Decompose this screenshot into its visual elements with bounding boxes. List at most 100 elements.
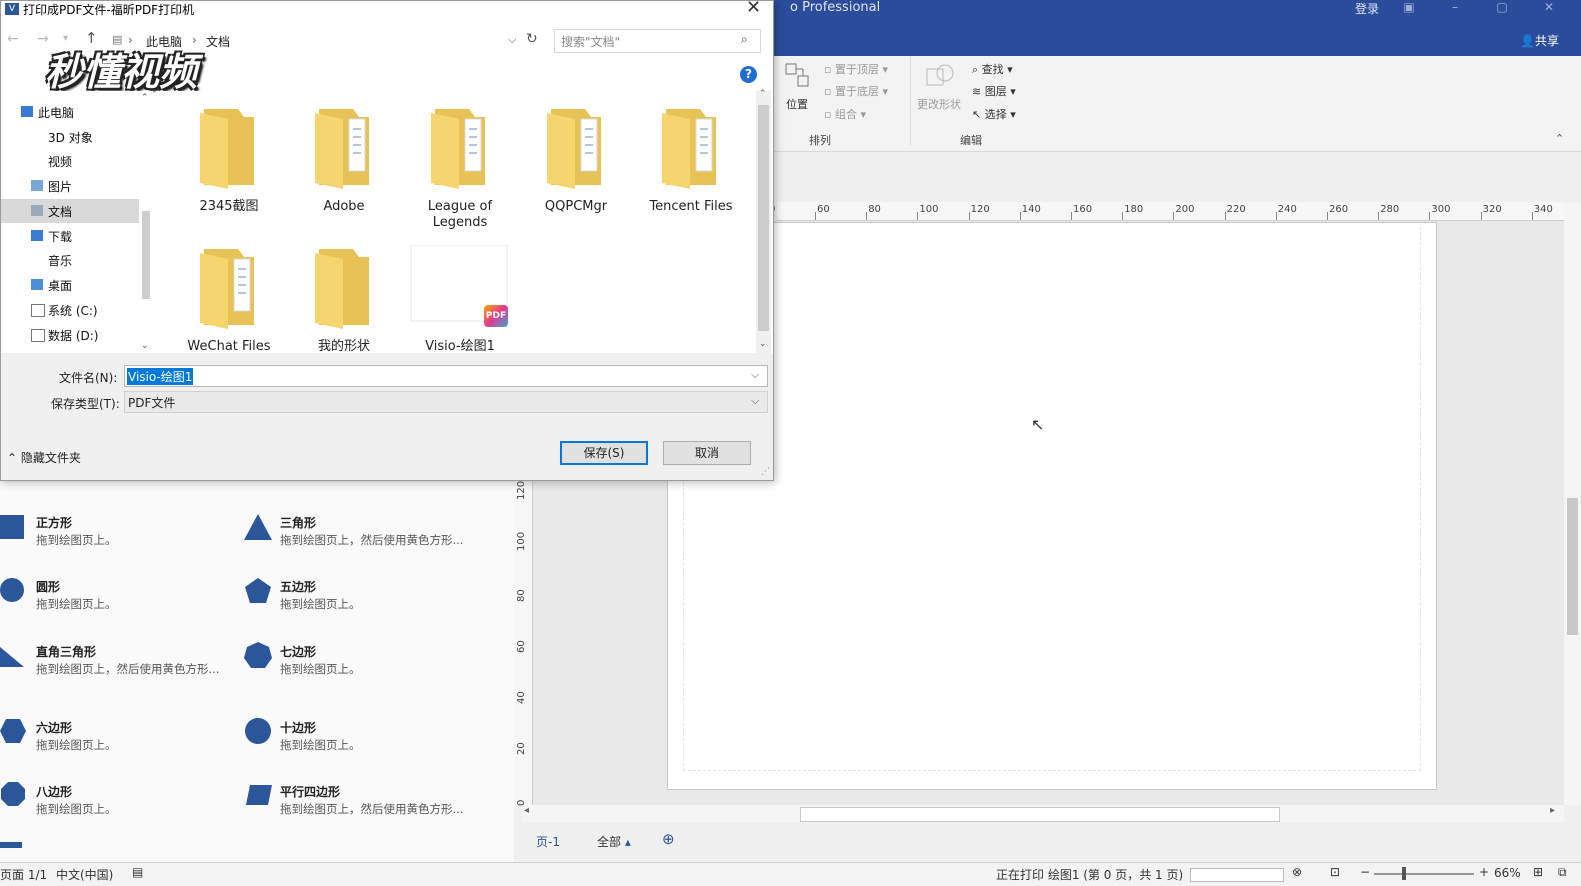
minimize-icon[interactable]: – (1446, 0, 1464, 14)
filename-field[interactable]: Visio-绘图1 ⌵ (124, 365, 768, 387)
resize-grip-icon[interactable]: ⋰ (761, 467, 770, 477)
close-icon[interactable]: ✕ (746, 0, 761, 18)
shape-name: 七边形 (280, 645, 317, 659)
filename-dropdown-icon[interactable]: ⌵ (751, 368, 759, 382)
refresh-icon[interactable]: ↻ (526, 31, 538, 47)
stencil-shape-octagon[interactable]: 八边形 拖到绘图页上。 (0, 781, 240, 831)
nav-item-desktop[interactable]: 桌面 (1, 273, 139, 297)
cancel-button[interactable]: 取消 (663, 441, 751, 465)
list-scroll-up-icon[interactable]: ⌃ (759, 89, 767, 99)
stencil-shape-right-triangle[interactable]: 直角三角形 拖到绘图页上，然后使用黄色方形... (0, 641, 240, 691)
address-dropdown-icon[interactable]: ⌵ (508, 33, 516, 47)
zoom-slider[interactable] (1374, 873, 1474, 875)
page-tabs: 页-1 全部 ▴ ⊕ (522, 830, 1581, 856)
presentation-mode-icon[interactable]: ⊡ (1330, 865, 1340, 879)
nav-item-drive[interactable]: 系统 (C:) (1, 298, 139, 322)
file-item[interactable]: League of Legends (410, 105, 510, 231)
nav-item-music[interactable]: 音乐 (1, 248, 139, 272)
nav-scroll-down-icon[interactable]: ⌄ (141, 341, 149, 351)
filename-value[interactable]: Visio-绘图1 (127, 368, 194, 385)
scroll-left-icon[interactable]: ◂ (524, 805, 529, 816)
nav-item-video[interactable]: 视频 (1, 149, 139, 173)
nav-item-pictures[interactable]: 图片 (1, 174, 139, 198)
ribbon-display-icon[interactable]: ▣ (1400, 0, 1418, 14)
stencil-shape-triangle[interactable]: 三角形 拖到绘图页上，然后使用黄色方形... (244, 512, 484, 562)
vertical-scrollbar[interactable] (1564, 203, 1581, 805)
language-status[interactable]: 中文(中国) (56, 866, 113, 883)
file-list-scrollbar[interactable]: ⌃ ⌄ (756, 89, 771, 353)
stencil-shape-parallelogram[interactable]: 平行四边形 拖到绘图页上，然后使用黄色方形... (244, 781, 484, 831)
music-icon (31, 254, 43, 265)
macro-icon[interactable]: ▤ (132, 865, 143, 879)
tab-all[interactable]: 全部 ▴ (597, 833, 631, 850)
nav-scroll-up-icon[interactable]: ⌃ (141, 93, 149, 103)
hide-folders-toggle[interactable]: ⌃ 隐藏文件夹 (7, 449, 81, 466)
shape-name: 直角三角形 (36, 645, 97, 659)
ruler-tick (1019, 212, 1021, 220)
scroll-right-icon[interactable]: ▸ (1550, 805, 1555, 816)
search-placeholder[interactable]: 搜索"文档" (561, 33, 620, 50)
zoom-out-icon[interactable]: − (1360, 865, 1370, 879)
ruler-tick-label: 140 (1021, 204, 1041, 215)
find-button[interactable]: ⌕ 查找 ▾ (972, 61, 1013, 77)
file-item[interactable]: Adobe (294, 105, 394, 215)
switch-window-icon[interactable]: ⧉ (1558, 865, 1567, 880)
ruler-tick-label: 320 (1482, 204, 1502, 215)
back-arrow-icon[interactable]: ← (7, 31, 19, 47)
position-label[interactable]: 位置 (786, 96, 808, 112)
nav-item-drive[interactable]: 数据 (D:) (1, 323, 139, 347)
file-item[interactable]: 我的形状 (294, 245, 394, 355)
nav-item-downloads[interactable]: 下载 (1, 224, 139, 248)
login-link[interactable]: 登录 (1355, 0, 1379, 17)
ruler-tick (968, 212, 970, 220)
maximize-icon[interactable]: ▢ (1493, 0, 1511, 14)
list-scroll-thumb[interactable] (758, 105, 769, 331)
scroll-thumb[interactable] (1567, 498, 1578, 635)
nav-scrollbar[interactable]: ⌃ ⌄ (139, 93, 153, 355)
list-scroll-down-icon[interactable]: ⌄ (759, 339, 767, 349)
shape-description: 拖到绘图页上。 (36, 533, 117, 547)
file-item[interactable]: Tencent Files (641, 105, 741, 215)
nav-item-documents[interactable]: 文档 (1, 199, 139, 223)
save-button[interactable]: 保存(S) (560, 441, 648, 465)
search-icon[interactable]: ⌕ (741, 32, 748, 47)
stencil-shape-heptagon[interactable]: 七边形 拖到绘图页上。 (244, 641, 484, 691)
horizontal-scrollbar[interactable]: ◂ ▸ (522, 805, 1564, 822)
visio-app-icon: V (5, 3, 19, 15)
filetype-select[interactable]: PDF文件 ⌵ (124, 391, 768, 413)
stencil-shape-hexagon[interactable]: 六边形 拖到绘图页上。 (0, 717, 240, 767)
cancel-print-icon[interactable]: ⊗ (1292, 865, 1302, 879)
collapse-ribbon-icon[interactable]: ⌃ (1555, 132, 1564, 145)
share-button[interactable]: 👤共享 (1520, 32, 1559, 49)
filetype-value[interactable]: PDF文件 (128, 394, 175, 411)
tab-page-1[interactable]: 页-1 (536, 833, 560, 850)
close-window-icon[interactable]: ✕ (1540, 0, 1558, 14)
mouse-cursor-icon: ↖ (1031, 415, 1045, 434)
page-number-status[interactable]: 页面 1/1 (0, 866, 47, 883)
add-page-icon[interactable]: ⊕ (662, 830, 675, 848)
zoom-in-icon[interactable]: + (1479, 865, 1489, 879)
stencil-shape-square[interactable]: 正方形 拖到绘图页上。 (0, 512, 240, 562)
file-item[interactable]: PDF Visio-绘图1 (410, 244, 510, 355)
stencil-shape-decagon[interactable]: 十边形 拖到绘图页上。 (244, 717, 484, 767)
stencil-shape-pentagon[interactable]: 五边形 拖到绘图页上。 (244, 576, 484, 626)
zoom-slider-thumb[interactable] (1402, 867, 1406, 880)
search-input[interactable]: 搜索"文档" ⌕ (554, 29, 761, 53)
select-button[interactable]: ↖ 选择 ▾ (972, 106, 1016, 122)
fit-page-icon[interactable]: ⊞ (1533, 865, 1543, 879)
filetype-dropdown-icon[interactable]: ⌵ (751, 394, 759, 408)
layers-button[interactable]: ≋ 图层 ▾ (972, 83, 1016, 99)
nav-scroll-thumb[interactable] (142, 211, 150, 299)
breadcrumb-documents[interactable]: 文档 (206, 33, 230, 50)
position-icon[interactable] (784, 62, 812, 92)
zoom-level[interactable]: 66% (1494, 866, 1521, 880)
file-item[interactable]: WeChat Files (179, 245, 279, 355)
help-icon[interactable]: ? (740, 66, 757, 83)
hscroll-thumb[interactable] (800, 807, 1280, 822)
nav-item-pc[interactable]: 此电脑 (1, 100, 139, 124)
nav-item-3d[interactable]: 3D 对象 (1, 125, 139, 149)
file-item[interactable]: 2345截图 (179, 105, 279, 215)
ruler-tick-label: 40 (516, 691, 527, 704)
stencil-shape-circle[interactable]: 圆形 拖到绘图页上。 (0, 576, 240, 626)
file-item[interactable]: QQPCMgr (526, 105, 626, 215)
